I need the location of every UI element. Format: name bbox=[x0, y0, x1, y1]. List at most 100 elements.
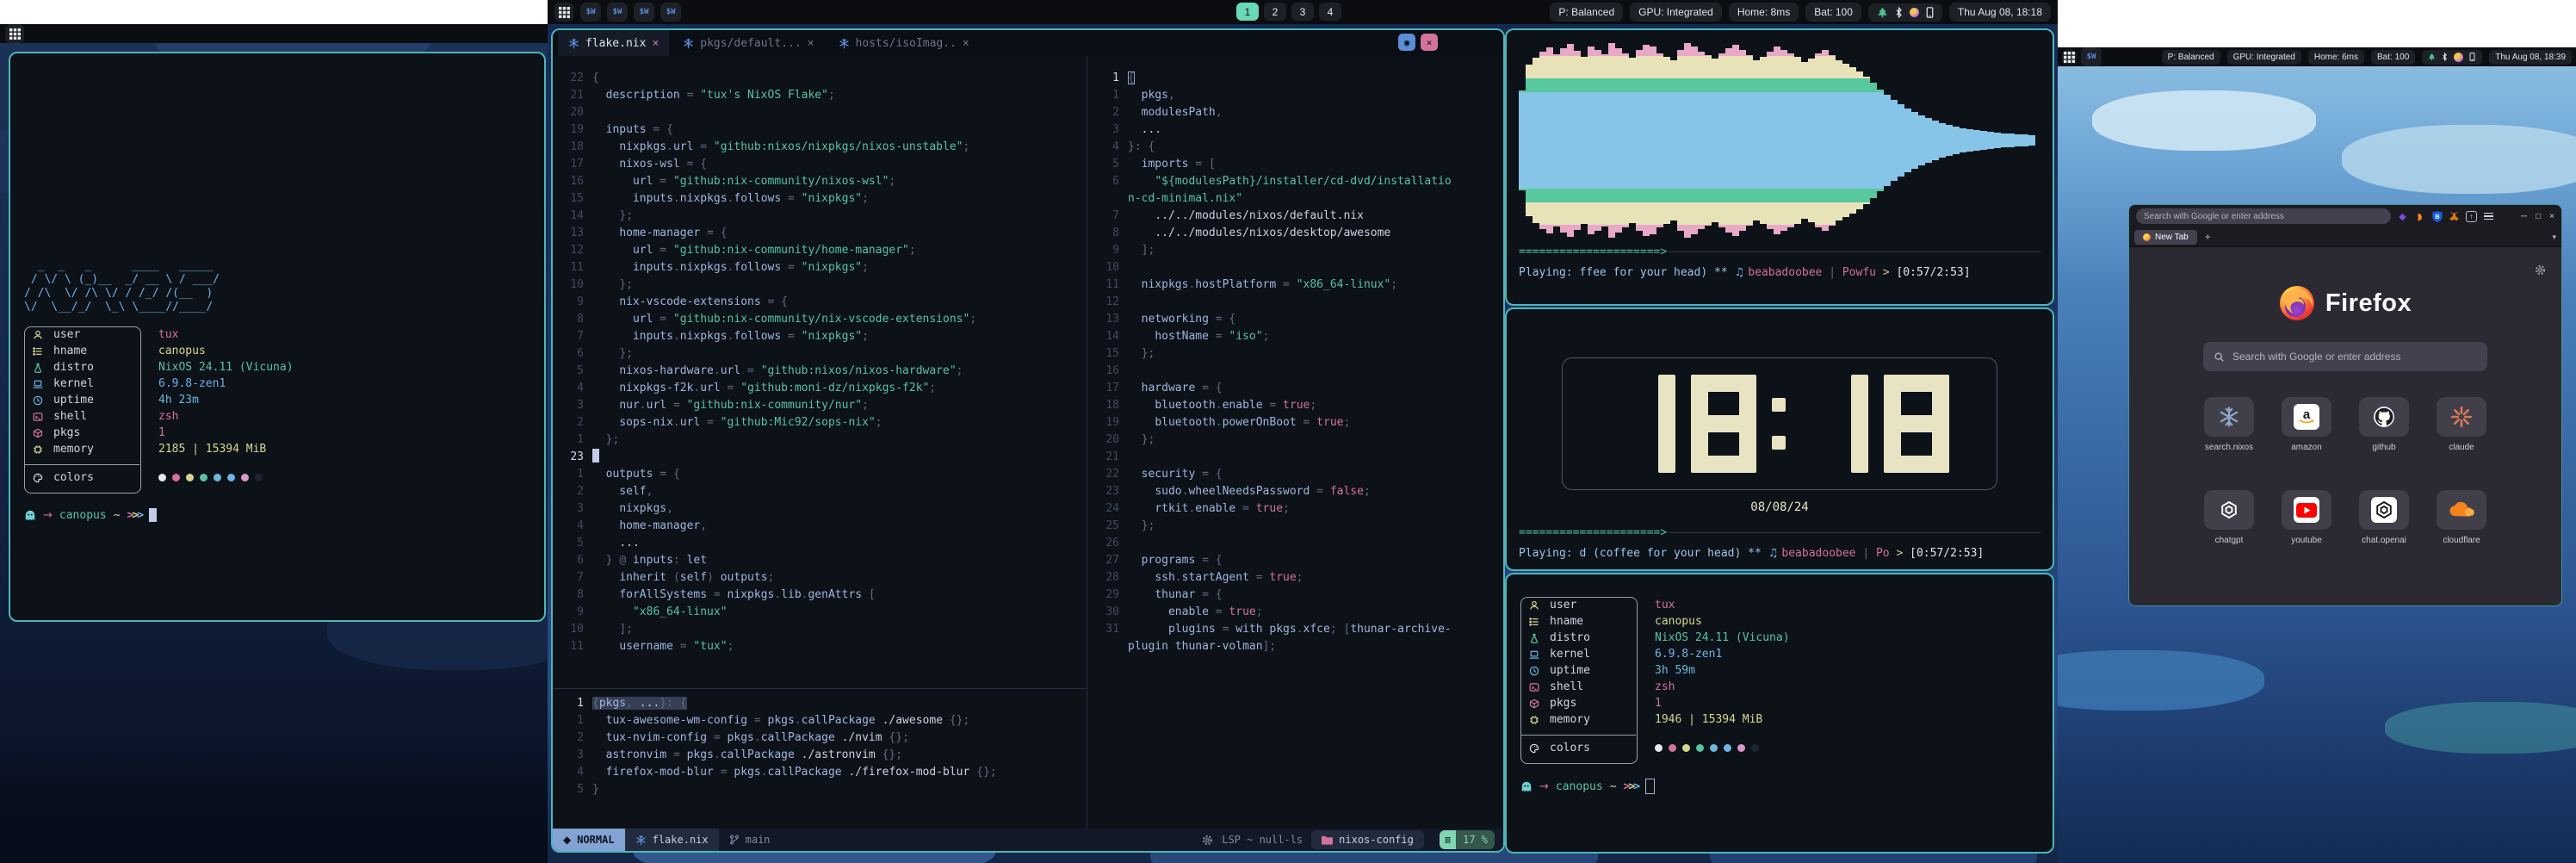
workspace-button-3[interactable]: 3 bbox=[1291, 3, 1314, 21]
list-tabs-chevron-icon[interactable]: ▾ bbox=[2552, 233, 2556, 242]
boxico-icon bbox=[1520, 698, 1550, 709]
workspace-button-4[interactable]: 4 bbox=[1319, 3, 1341, 21]
lsp-status: LSP ~ null-ls bbox=[1222, 834, 1303, 846]
cava-bar bbox=[1567, 44, 1574, 237]
url-bar[interactable]: Search with Google or enter address bbox=[2136, 208, 2391, 224]
share-icon[interactable]: ↑ bbox=[2466, 211, 2477, 222]
line-number: 2 bbox=[1088, 104, 1128, 121]
line-number: 29 bbox=[1088, 587, 1128, 604]
fetch-label: pkgs bbox=[53, 426, 139, 439]
new-tab-button[interactable]: + bbox=[2205, 231, 2211, 243]
bitwarden-icon[interactable]: B bbox=[2431, 211, 2443, 222]
launcher-button[interactable] bbox=[5, 24, 24, 43]
shell-prompt[interactable]: →canopus~>>> bbox=[1520, 779, 1790, 794]
personalize-gear-icon[interactable] bbox=[2535, 264, 2546, 276]
code-line: 27 programs = { bbox=[1088, 552, 1503, 569]
bar-clock[interactable]: Thu Aug 08, 18:39 bbox=[2489, 50, 2572, 65]
bluetooth-icon[interactable] bbox=[1895, 7, 1903, 18]
phone-icon[interactable] bbox=[2468, 53, 2476, 61]
code-line: 6 }; bbox=[553, 345, 1087, 363]
tab-close-icon[interactable]: × bbox=[652, 37, 659, 50]
editor-pane-pkgs[interactable]: 1{pkgs, ...}: {1 tux-awesome-wm-config =… bbox=[553, 690, 1087, 798]
line-number: 13 bbox=[553, 225, 592, 242]
cava-bar bbox=[1884, 95, 1891, 186]
editor-tab-pkgs-default-[interactable]: pkgs/default...× bbox=[672, 30, 824, 56]
shortcut-chat-openai[interactable]: chat.openai bbox=[2359, 490, 2409, 545]
cava-bar bbox=[1946, 125, 1953, 156]
code-line: 8 forAllSystems = nixpkgs.lib.genAttrs [ bbox=[553, 587, 1087, 604]
editor-tab-hosts-isoImag-[interactable]: hosts/isoImag..× bbox=[828, 30, 980, 56]
launcher-button[interactable] bbox=[554, 3, 573, 22]
shortcut-cloudflare[interactable]: cloudflare bbox=[2437, 490, 2486, 545]
nixos-icon bbox=[2204, 397, 2254, 437]
tab-new-tab[interactable]: New Tab bbox=[2134, 230, 2197, 245]
firefox-newtab-page: Firefox Search with Google or enter addr… bbox=[2129, 247, 2561, 606]
terminal-left[interactable]: _ _ _ ____ _____ / \/ \ (_)__ _/ __ \ / … bbox=[9, 52, 546, 622]
taskbar-item[interactable]: $W bbox=[660, 3, 681, 22]
fetch-label: kernel bbox=[1550, 648, 1636, 661]
fetch-label: pkgs bbox=[1550, 697, 1636, 710]
workspace-button-1[interactable]: 1 bbox=[1236, 3, 1259, 21]
color-temp-icon[interactable] bbox=[2454, 53, 2463, 62]
tabline-toggle-button[interactable]: ◉ bbox=[1398, 34, 1415, 51]
shortcut-youtube[interactable]: youtube bbox=[2282, 490, 2331, 545]
shortcut-amazon[interactable]: aamazon bbox=[2282, 397, 2331, 452]
nix-snowflake-icon bbox=[635, 835, 647, 846]
shortcut-github[interactable]: github bbox=[2359, 397, 2409, 452]
phone-icon[interactable] bbox=[1926, 7, 1934, 18]
workspace-button-2[interactable]: 2 bbox=[1264, 3, 1286, 21]
cava-bar bbox=[1588, 47, 1595, 234]
darkreader-icon[interactable]: ◗ bbox=[2414, 211, 2425, 222]
fetch-value: 6.9.8-zen1 bbox=[139, 377, 226, 390]
menu-icon[interactable] bbox=[2483, 211, 2494, 222]
statusline-filename: flake.nix bbox=[625, 829, 719, 851]
cava-bar bbox=[1973, 130, 1980, 151]
taskbar-item[interactable]: $W bbox=[2081, 47, 2102, 66]
bar-module: Home: 6ms bbox=[2308, 50, 2364, 65]
code-line: 22 security = { bbox=[1088, 466, 1503, 483]
editor-tab-flake-nix[interactable]: flake.nix× bbox=[558, 30, 669, 56]
shortcut-claude[interactable]: claude bbox=[2437, 397, 2486, 452]
close-button[interactable]: × bbox=[2549, 212, 2554, 221]
editor-pane-flake[interactable]: 22{21 description = "tux's NixOS Flake";… bbox=[553, 58, 1087, 655]
color-temp-icon[interactable] bbox=[1910, 8, 1919, 17]
cava-bar bbox=[1663, 57, 1670, 224]
code-line: 3 nixpkgs, bbox=[553, 500, 1087, 518]
taskbar-item[interactable]: $W bbox=[580, 3, 601, 22]
bluetooth-icon[interactable] bbox=[2441, 53, 2449, 61]
newtab-search-input[interactable]: Search with Google or enter address bbox=[2203, 342, 2487, 371]
shortcut-search-nixos[interactable]: search.nixos bbox=[2204, 397, 2254, 452]
terminal-clock[interactable]: 08/08/24 =====================> Playing:… bbox=[1505, 307, 2054, 571]
editor-pane-iso[interactable]: 1{1 pkgs,2 modulesPath,3 ...4}: {5 impor… bbox=[1088, 58, 1503, 655]
shell-prompt[interactable]: →canopus~>>> bbox=[24, 508, 294, 522]
code-line: 5} bbox=[553, 781, 1087, 798]
neovim-window[interactable]: flake.nix×pkgs/default...×hosts/isoImag.… bbox=[551, 28, 1505, 853]
tab-close-icon[interactable]: × bbox=[963, 37, 969, 50]
firefox-window[interactable]: Search with Google or enter address ◆ ◗ B ↑… bbox=[2128, 204, 2562, 606]
desktop: _ _ _ ____ _____ / \/ \ (_)__ _/ __ \ / … bbox=[0, 0, 2576, 863]
purple-ext-icon[interactable]: ◆ bbox=[2397, 211, 2408, 222]
shortcut-chatgpt[interactable]: chatgpt bbox=[2204, 490, 2254, 545]
tailscale-tree-icon[interactable] bbox=[1877, 7, 1888, 18]
minimize-button[interactable]: ─ bbox=[2521, 212, 2527, 221]
maximize-button[interactable]: □ bbox=[2536, 212, 2541, 221]
metamask-icon[interactable] bbox=[2449, 211, 2460, 222]
line-number: 3 bbox=[1088, 121, 1128, 139]
line-number: 3 bbox=[553, 747, 592, 764]
launcher-button[interactable] bbox=[2062, 50, 2077, 65]
tailscale-tree-icon[interactable] bbox=[2428, 53, 2436, 61]
cava-bar bbox=[1918, 115, 1925, 165]
split-separator-horizontal[interactable] bbox=[553, 688, 1087, 689]
tab-close-icon[interactable]: × bbox=[808, 37, 814, 50]
code-line: 2 modulesPath, bbox=[1088, 104, 1503, 121]
taskbar-item[interactable]: $W bbox=[634, 3, 654, 22]
github-icon bbox=[2359, 397, 2409, 437]
line-number: 10 bbox=[553, 621, 592, 638]
terminal-cava[interactable]: =====================> Playing: ffee for… bbox=[1505, 28, 2054, 306]
bar-clock[interactable]: Thu Aug 08, 18:18 bbox=[1949, 3, 2051, 22]
tabline-close-button[interactable]: × bbox=[1421, 34, 1438, 51]
terminal-fetch[interactable]: usertuxhnamecanopusdistroNixOS 24.11 (Vi… bbox=[1505, 573, 2054, 854]
shortcut-label: youtube bbox=[2291, 536, 2322, 545]
taskbar-item[interactable]: $W bbox=[607, 3, 628, 22]
firefox-favicon bbox=[2143, 233, 2151, 241]
